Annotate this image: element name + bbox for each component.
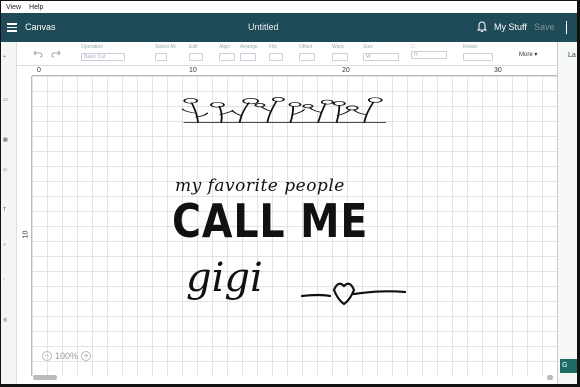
left-toolbar: + ▭ ▦ ◇ T ○ ↑ ◎ (1, 42, 17, 384)
horizontal-scrollbar-end[interactable] (547, 375, 553, 380)
titlebar-divider (566, 21, 567, 34)
edit-button[interactable] (189, 53, 203, 61)
align-button[interactable] (219, 53, 235, 61)
heart-swash-icon (300, 282, 407, 306)
ruler-tick: 0 (37, 67, 41, 74)
projects-icon[interactable]: ▦ (3, 137, 13, 143)
save-button[interactable]: Save (534, 22, 555, 32)
rotate-tool[interactable]: Rotate (463, 44, 493, 61)
select-all-label: Select All (155, 44, 176, 50)
layers-tab[interactable]: La (568, 52, 576, 59)
select-all-tool[interactable]: Select All (155, 44, 176, 61)
vertical-ruler: 10 (17, 76, 32, 376)
lock-icon[interactable]: □ (411, 44, 447, 50)
width-input[interactable]: W (363, 53, 399, 61)
right-panel: La (557, 42, 577, 384)
images-icon[interactable]: ◇ (3, 167, 13, 173)
redo-icon[interactable] (51, 50, 61, 58)
upload-icon[interactable]: ↑ (3, 277, 13, 283)
horizontal-ruler: 0 10 20 30 (32, 67, 557, 76)
height-input[interactable]: H (411, 51, 447, 59)
menu-bar: View Help (1, 1, 577, 13)
operation-select[interactable]: Basic Cut (81, 53, 125, 61)
rotate-label: Rotate (463, 44, 478, 50)
menu-view[interactable]: View (6, 4, 21, 11)
offset-button[interactable] (299, 53, 315, 61)
offset-tool[interactable]: Offset (299, 44, 315, 61)
monogram-icon[interactable]: ◎ (3, 317, 13, 323)
menu-help[interactable]: Help (29, 4, 43, 11)
warp-label: Warp (332, 44, 344, 50)
offset-label: Offset (299, 44, 313, 50)
warp-tool[interactable]: Warp (332, 44, 348, 61)
flip-button[interactable] (269, 53, 283, 61)
text-icon[interactable]: T (3, 207, 13, 213)
size-label: Size (363, 44, 373, 50)
align-tool[interactable]: Align (219, 44, 235, 61)
my-stuff-link[interactable]: My Stuff (494, 22, 527, 32)
align-label: Align (219, 44, 231, 50)
zoom-control: − 100% + (42, 351, 92, 361)
flip-tool[interactable]: Flip (269, 44, 283, 61)
select-all-button[interactable] (155, 53, 167, 61)
title-bar: Canvas Untitled My Stuff Save (1, 13, 577, 42)
new-icon[interactable]: + (3, 54, 13, 60)
operation-label: Operation (81, 44, 103, 50)
warp-button[interactable] (332, 53, 348, 61)
flip-label: Flip (269, 44, 278, 50)
edit-label: Edit (189, 44, 198, 50)
bell-icon[interactable] (477, 21, 487, 33)
zoom-plus-icon[interactable]: + (81, 351, 92, 361)
ruler-tick: 10 (189, 67, 197, 74)
arrange-tool[interactable]: Arrange (240, 44, 258, 61)
wildflowers-illustration[interactable] (175, 96, 415, 181)
ruler-tick: 30 (494, 67, 502, 74)
document-title[interactable]: Untitled (248, 22, 279, 32)
zoom-minus-icon[interactable]: − (42, 351, 52, 361)
edit-toolbar: Operation Basic Cut Select All Edit Alig… (17, 42, 557, 66)
horizontal-scrollbar[interactable] (33, 375, 57, 380)
arrange-label: Arrange (240, 44, 258, 50)
rotate-input[interactable] (463, 53, 493, 61)
design-text-line1[interactable]: my favorite people (175, 176, 345, 196)
arrange-button[interactable] (240, 53, 256, 61)
design-text-line2[interactable]: CALL ME (172, 194, 368, 248)
ruler-tick: 20 (342, 67, 350, 74)
more-button[interactable]: More ▾ (519, 51, 537, 58)
size-height-tool[interactable]: □ H (411, 44, 447, 59)
make-it-button[interactable]: G (560, 359, 577, 373)
edit-tool[interactable]: Edit (189, 44, 203, 61)
size-width-tool[interactable]: Size W (363, 44, 399, 61)
templates-icon[interactable]: ▭ (3, 97, 13, 103)
hamburger-icon[interactable] (7, 23, 17, 32)
app-title: Canvas (25, 22, 56, 32)
design-text-line3[interactable]: gigi (186, 255, 263, 301)
zoom-level: 100% (55, 351, 79, 361)
undo-icon[interactable] (33, 50, 43, 58)
shapes-icon[interactable]: ○ (3, 242, 13, 248)
operation-tool[interactable]: Operation Basic Cut (81, 44, 125, 61)
ruler-tick: 10 (22, 230, 30, 239)
